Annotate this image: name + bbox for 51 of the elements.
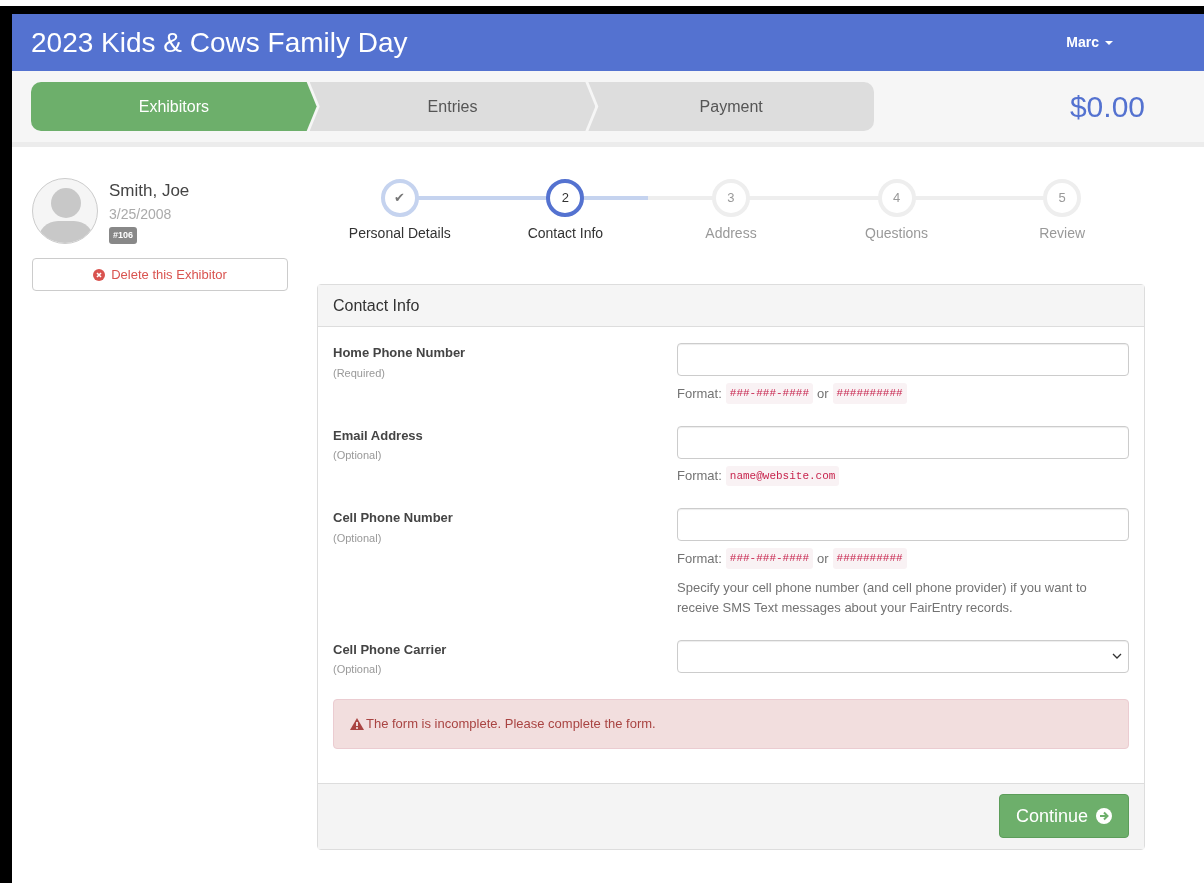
step-label: Review [1039, 224, 1086, 243]
step-marker: 5 [1043, 179, 1082, 217]
format-code: ###-###-#### [725, 383, 813, 404]
arrow-circle-right-icon [1096, 808, 1112, 824]
exhibitor-number-badge: #106 [109, 226, 138, 244]
text-input[interactable] [677, 343, 1129, 376]
format-code: name@website.com [725, 465, 840, 486]
pipeline-tab[interactable]: Exhibitors [31, 82, 317, 131]
step-marker: 2 [546, 179, 585, 217]
format-label: Format: [677, 549, 722, 568]
pipeline-tab[interactable]: Entries [309, 82, 596, 131]
step-marker: 4 [877, 179, 916, 217]
step-marker: 3 [712, 179, 750, 217]
panel-title: Contact Info [333, 295, 420, 316]
format-label: Format: [677, 467, 722, 485]
format-separator: or [817, 384, 829, 403]
help-text: Specify your cell phone number (and cell phone provider) if you want to receive SMS Text messages about your FairEntry records. [677, 578, 1088, 617]
delete-exhibitor-button[interactable]: Delete this Exhibitor [32, 258, 288, 291]
field-note: (Optional) [333, 530, 383, 546]
exhibitor-name: Smith, Joe [109, 180, 190, 202]
continue-button[interactable]: Continue [998, 794, 1129, 838]
field-note: (Required) [333, 365, 386, 381]
caret-icon [1105, 40, 1113, 45]
format-code: ########## [832, 548, 907, 569]
field-label: Email Address [333, 426, 424, 445]
birth-date: 3/25/2008 [109, 204, 173, 224]
circle-x-icon [93, 268, 106, 281]
warning-icon [350, 717, 364, 730]
field-label: Cell Phone Carrier [333, 640, 448, 659]
chevron-down-icon [1112, 653, 1122, 659]
field-note: (Optional) [333, 662, 383, 677]
pipeline-tab[interactable]: Payment [588, 82, 874, 131]
format-code: ########## [832, 383, 907, 404]
field-label: Cell Phone Number [333, 509, 454, 527]
format-code: ###-###-#### [725, 548, 813, 569]
step-label: Questions [865, 224, 929, 243]
alert-message: The form is incomplete. Please complete the form. [366, 714, 656, 733]
step-label: Personal Details [348, 224, 451, 243]
total-amount: $0.00 [1069, 89, 1145, 125]
event-title: 2023 Kids & Cows Family Day [31, 25, 408, 60]
step-label: Contact Info [527, 224, 604, 243]
step-label: Address [705, 224, 757, 243]
step-marker: ✔ [380, 179, 419, 217]
field-label: Home Phone Number [333, 344, 467, 362]
carrier-select[interactable] [677, 639, 1129, 673]
text-input[interactable] [677, 425, 1129, 459]
format-separator: or [817, 549, 829, 568]
user-menu[interactable]: Marc [1066, 32, 1113, 53]
field-note: (Optional) [333, 448, 383, 463]
format-label: Format: [677, 384, 722, 403]
text-input[interactable] [677, 508, 1129, 541]
